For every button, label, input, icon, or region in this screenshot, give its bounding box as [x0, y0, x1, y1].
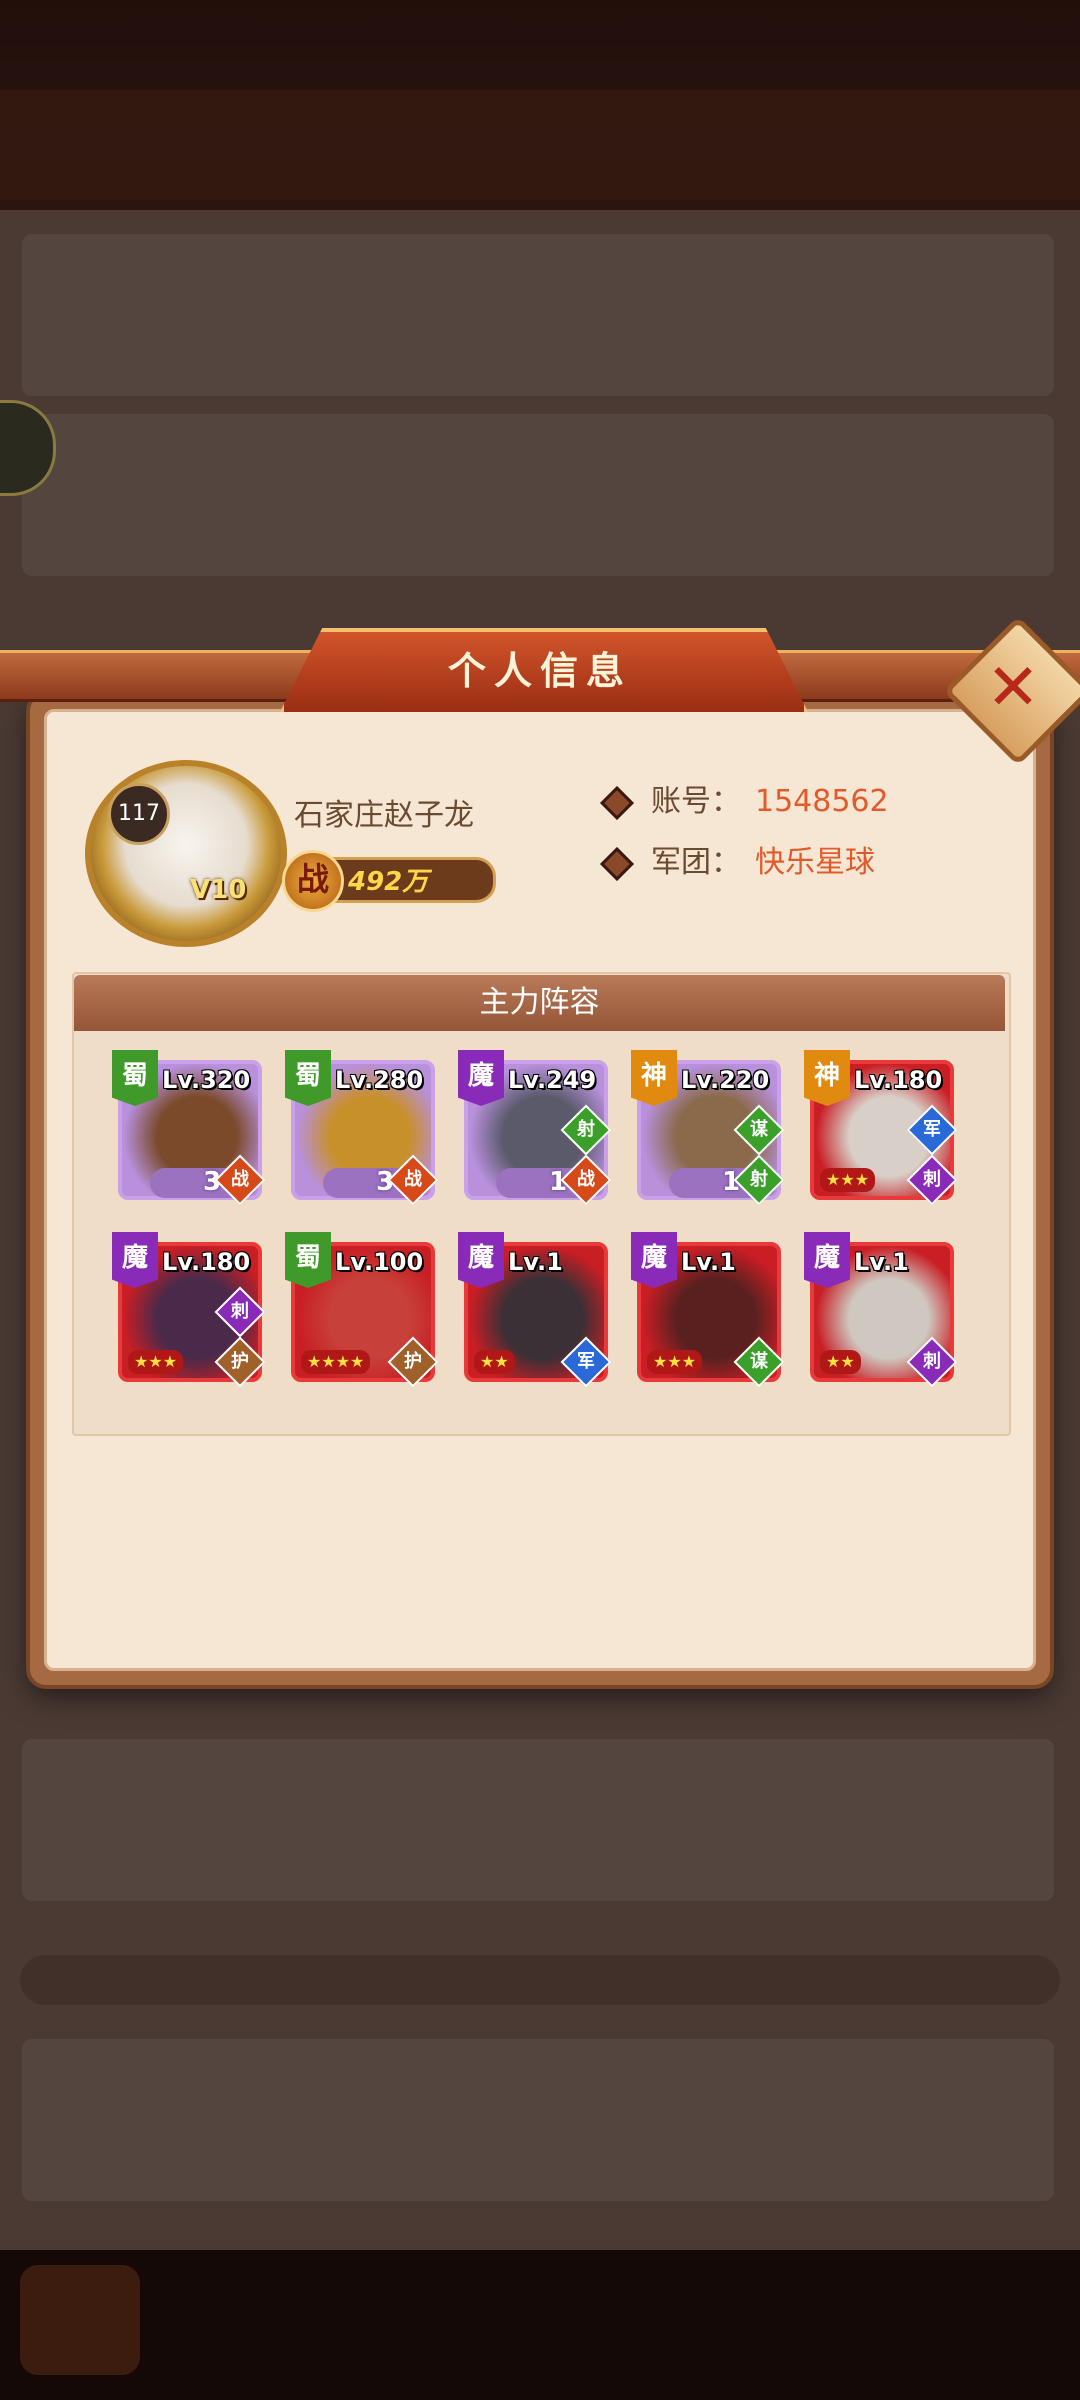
account-label: 账号：	[651, 784, 741, 819]
hero-card[interactable]: 神 Lv.220 谋 1 射	[631, 1050, 785, 1206]
hero-level: Lv.220	[681, 1066, 770, 1094]
role-badge-label: 谋	[750, 1119, 768, 1140]
faction-flag: 蜀	[112, 1050, 158, 1106]
hero-card[interactable]: 蜀 Lv.320 3 战	[112, 1050, 266, 1206]
back-button[interactable]	[20, 2265, 140, 2375]
faction-flag: 魔	[631, 1232, 677, 1288]
vip-badge: V10	[190, 875, 247, 905]
role-badge-label: 军	[577, 1351, 595, 1372]
role-badge-label: 刺	[231, 1301, 249, 1322]
hero-level: Lv.249	[508, 1066, 597, 1094]
hero-level: Lv.180	[162, 1248, 251, 1276]
diamond-bullet-icon	[600, 846, 634, 881]
faction-flag: 蜀	[285, 1232, 331, 1288]
lineup-title: 主力阵容	[74, 975, 1005, 1031]
role-badge-label: 谋	[750, 1351, 768, 1372]
player-avatar[interactable]	[85, 760, 287, 947]
faction-flag: 魔	[458, 1232, 504, 1288]
modal-title: 个人信息	[447, 649, 632, 693]
legion-value[interactable]: 快乐星球	[755, 845, 875, 880]
player-name: 石家庄赵子龙	[294, 798, 474, 833]
battle-power-value: 492万	[348, 867, 429, 897]
account-value: 1548562	[755, 784, 889, 819]
star-rating: ★★★	[647, 1350, 703, 1374]
diamond-bullet-icon	[600, 785, 634, 820]
role-badge-label: 射	[750, 1169, 768, 1190]
star-rating: ★★	[474, 1350, 515, 1374]
hero-level: Lv.320	[162, 1066, 251, 1094]
faction-flag: 神	[631, 1050, 677, 1106]
star-rating: ★★★	[128, 1350, 184, 1374]
role-badge-label: 战	[404, 1169, 422, 1190]
hero-level: Lv.180	[854, 1066, 943, 1094]
faction-flag: 魔	[804, 1232, 850, 1288]
hero-card[interactable]: 蜀 Lv.100 ★★★★ 护	[285, 1232, 439, 1388]
battle-power-icon: 战	[282, 850, 344, 912]
hero-level: Lv.1	[508, 1248, 563, 1276]
faction-flag: 神	[804, 1050, 850, 1106]
role-badge-label: 军	[923, 1119, 941, 1140]
hero-level: Lv.1	[854, 1248, 909, 1276]
role-badge-label: 刺	[923, 1351, 941, 1372]
legion-label: 军团：	[651, 845, 741, 880]
hero-card[interactable]: 蜀 Lv.280 3 战	[285, 1050, 439, 1206]
hero-card[interactable]: 魔 Lv.1 ★★ 军	[458, 1232, 612, 1388]
star-rating: ★★★	[820, 1168, 876, 1192]
hero-card[interactable]: 魔 Lv.1 ★★ 刺	[804, 1232, 958, 1388]
faction-flag: 魔	[112, 1232, 158, 1288]
hero-card[interactable]: 神 Lv.180 军 ★★★ 刺	[804, 1050, 958, 1206]
player-level-badge: 117	[108, 783, 170, 845]
faction-flag: 蜀	[285, 1050, 331, 1106]
role-badge-label: 射	[577, 1119, 595, 1140]
hero-card[interactable]: 魔 Lv.1 ★★★ 谋	[631, 1232, 785, 1388]
close-icon[interactable]: ✕	[965, 640, 1061, 736]
role-badge-label: 战	[577, 1169, 595, 1190]
role-badge-label: 护	[231, 1351, 249, 1372]
hero-level: Lv.280	[335, 1066, 424, 1094]
account-row: 账号： 1548562	[600, 776, 889, 820]
star-rating: ★★★★	[301, 1350, 371, 1374]
hero-level: Lv.100	[335, 1248, 424, 1276]
star-rating: ★★	[820, 1350, 861, 1374]
role-badge-label: 刺	[923, 1169, 941, 1190]
hero-card[interactable]: 魔 Lv.180 刺 ★★★ 护	[112, 1232, 266, 1388]
role-badge-label: 战	[231, 1169, 249, 1190]
role-badge-label: 护	[404, 1351, 422, 1372]
hero-card[interactable]: 魔 Lv.249 射 1 战	[458, 1050, 612, 1206]
faction-flag: 魔	[458, 1050, 504, 1106]
hero-level: Lv.1	[681, 1248, 736, 1276]
legion-row: 军团： 快乐星球	[600, 837, 875, 881]
